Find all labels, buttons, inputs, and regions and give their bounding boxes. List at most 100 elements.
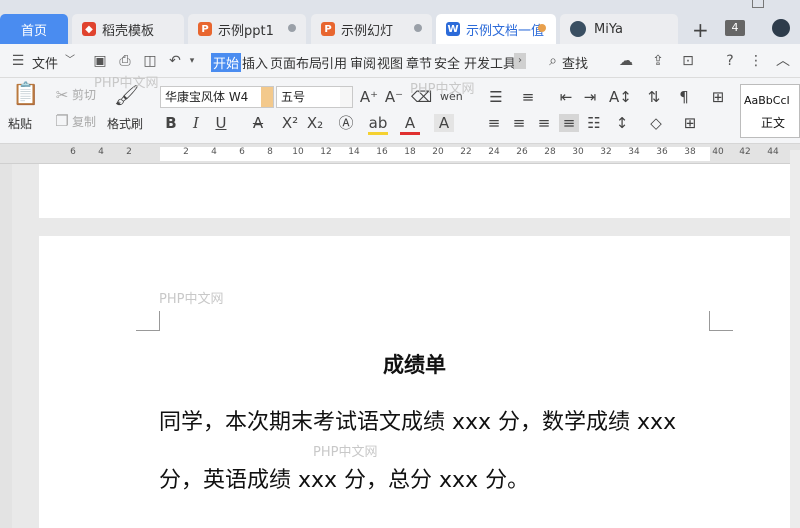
- tab-user[interactable]: MiYa: [560, 14, 678, 44]
- margin-corner-right: [709, 311, 733, 331]
- close-tab-icon[interactable]: [288, 24, 296, 32]
- menu-security[interactable]: 安全: [434, 53, 460, 72]
- document-page[interactable]: PHP中文网 成绩单 同学，本次期末考试语文成绩 xxx 分，数学成绩 xxx …: [39, 236, 790, 528]
- superscript-icon[interactable]: X²: [280, 114, 300, 132]
- font-name-select[interactable]: 华康宝风体 W4: [160, 86, 274, 108]
- font-color-icon[interactable]: A: [400, 114, 420, 135]
- hamburger-icon[interactable]: ☰: [10, 53, 26, 69]
- line-spacing-icon[interactable]: ↕: [612, 114, 632, 132]
- help-icon[interactable]: ?: [722, 53, 738, 69]
- undo-dropdown-icon[interactable]: ▾: [184, 53, 200, 69]
- vertical-ruler[interactable]: [0, 164, 12, 528]
- cut-button[interactable]: 剪切: [72, 87, 96, 103]
- print-preview-icon[interactable]: ◫: [142, 53, 158, 69]
- menu-home[interactable]: 开始: [211, 53, 242, 72]
- ruler-number: 10: [292, 147, 304, 157]
- collapse-ribbon-icon[interactable]: ︿: [775, 53, 791, 69]
- tab-templates[interactable]: ◆ 稻壳模板: [72, 14, 184, 44]
- search-icon[interactable]: ⌕: [545, 53, 561, 69]
- chevron-down-icon[interactable]: ﹀: [62, 53, 78, 69]
- tab-slides[interactable]: P 示例幻灯: [311, 14, 432, 44]
- align-left-icon[interactable]: ≡: [484, 114, 504, 132]
- account-avatar-icon[interactable]: [772, 19, 790, 37]
- new-tab-button[interactable]: +: [692, 18, 709, 42]
- paste-icon[interactable]: 📋: [12, 84, 39, 106]
- copy-icon[interactable]: ❐: [52, 112, 72, 130]
- font-size-value: 五号: [281, 90, 306, 104]
- vertical-scrollbar[interactable]: [790, 150, 800, 528]
- underline-icon[interactable]: U: [211, 114, 231, 132]
- justify-icon[interactable]: ≡: [559, 114, 579, 132]
- ruler-number: 44: [767, 147, 779, 157]
- file-menu[interactable]: 文件: [32, 53, 58, 72]
- sort-icon[interactable]: ⇅: [644, 88, 664, 106]
- more-options-icon[interactable]: ⋮: [748, 53, 764, 69]
- align-right-icon[interactable]: ≡: [534, 114, 554, 132]
- menu-developer[interactable]: 开发工具: [464, 53, 516, 72]
- menu-insert[interactable]: 插入: [242, 53, 268, 72]
- ruler-number: 30: [572, 147, 584, 157]
- bullets-icon[interactable]: ☰: [486, 88, 506, 106]
- char-shading-icon[interactable]: A: [434, 114, 454, 132]
- chevron-down-icon[interactable]: [261, 87, 273, 107]
- italic-icon[interactable]: I: [186, 114, 206, 132]
- format-painter-button[interactable]: 格式刷: [107, 116, 143, 132]
- menu-chapter[interactable]: 章节: [406, 53, 432, 72]
- tab-ppt1-label: 示例ppt1: [218, 23, 274, 39]
- maximize-icon[interactable]: [752, 0, 764, 8]
- subscript-icon[interactable]: X₂: [305, 114, 325, 132]
- ruler-number: 32: [600, 147, 612, 157]
- tab-ppt1[interactable]: P 示例ppt1: [188, 14, 306, 44]
- font-size-select[interactable]: 五号: [276, 86, 353, 108]
- horizontal-ruler[interactable]: 6 4 2 2 4 6 8 10 12 14 16 18 20 22 24 26 28 30 32 34 36 38 40 4…: [0, 144, 800, 164]
- menu-page-layout[interactable]: 页面布局: [270, 53, 322, 72]
- strikethrough-icon[interactable]: A: [248, 114, 268, 132]
- text-effect-icon[interactable]: Ⓐ: [336, 114, 356, 132]
- grow-font-icon[interactable]: A⁺: [359, 88, 379, 106]
- tab-home[interactable]: 首页: [0, 14, 68, 44]
- unsaved-dot-icon[interactable]: [538, 24, 546, 32]
- bold-icon[interactable]: B: [161, 114, 181, 132]
- paste-button[interactable]: 粘贴: [8, 116, 32, 132]
- shading-icon[interactable]: ◇: [646, 114, 666, 132]
- close-tab-icon[interactable]: [414, 24, 422, 32]
- menu-references[interactable]: 引用: [321, 53, 347, 72]
- align-center-icon[interactable]: ≡: [509, 114, 529, 132]
- shrink-font-icon[interactable]: A⁻: [384, 88, 404, 106]
- ruler-number: 8: [267, 147, 273, 157]
- menu-review[interactable]: 审阅: [350, 53, 376, 72]
- paragraph-line-2[interactable]: 分，英语成绩 xxx 分，总分 xxx 分。: [159, 462, 529, 494]
- style-normal[interactable]: AaBbCcI 正文: [740, 84, 800, 138]
- search-label[interactable]: 查找: [562, 53, 588, 72]
- share-icon[interactable]: ⇪: [650, 53, 666, 69]
- tab-count-badge[interactable]: 4: [725, 20, 745, 36]
- more-right-icon[interactable]: ›: [514, 53, 526, 69]
- highlight-icon[interactable]: ab: [368, 114, 388, 135]
- save-icon[interactable]: ▣: [92, 53, 108, 69]
- chevron-down-icon[interactable]: [340, 87, 352, 107]
- print-icon[interactable]: ⎙: [117, 53, 133, 69]
- undo-icon[interactable]: ↶: [167, 53, 183, 69]
- borders-icon[interactable]: ⊞: [680, 114, 700, 132]
- menu-view[interactable]: 视图: [377, 53, 403, 72]
- paragraph-line-1[interactable]: 同学，本次期末考试语文成绩 xxx 分，数学成绩 xxx: [159, 404, 676, 436]
- cloud-sync-icon[interactable]: ☁: [618, 53, 634, 69]
- ruler-number: 18: [404, 147, 416, 157]
- presentation-icon: P: [198, 22, 212, 36]
- tab-home-label: 首页: [20, 23, 47, 39]
- ruler-number: 22: [460, 147, 472, 157]
- show-marks-icon[interactable]: ¶: [674, 88, 694, 106]
- copy-button[interactable]: 复制: [72, 114, 96, 130]
- collaborate-icon[interactable]: ⊡: [680, 53, 696, 69]
- table-icon[interactable]: ⊞: [708, 88, 728, 106]
- distributed-icon[interactable]: ☷: [584, 114, 604, 132]
- document-title[interactable]: 成绩单: [39, 349, 790, 379]
- tab-document[interactable]: W 示例文档一值: [436, 14, 556, 44]
- ruler-number: 16: [376, 147, 388, 157]
- cut-icon[interactable]: ✂: [52, 86, 72, 104]
- numbering-icon[interactable]: ≡: [518, 88, 538, 106]
- text-direction-icon[interactable]: A↕: [609, 88, 632, 106]
- watermark-text: PHP中文网: [410, 82, 475, 97]
- decrease-indent-icon[interactable]: ⇤: [556, 88, 576, 106]
- increase-indent-icon[interactable]: ⇥: [580, 88, 600, 106]
